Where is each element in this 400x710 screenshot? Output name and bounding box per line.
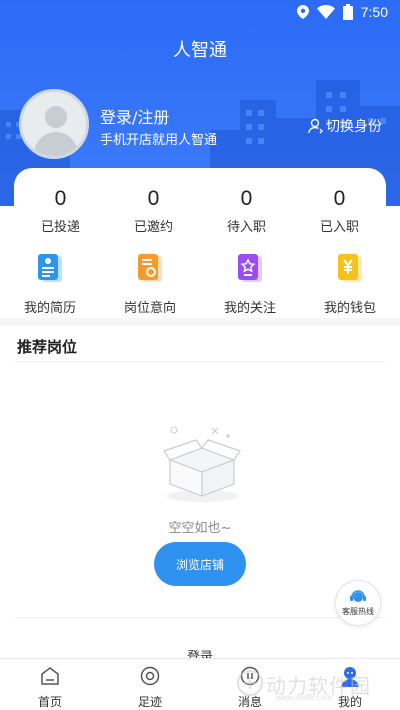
profile-icon bbox=[341, 667, 359, 687]
tab-home[interactable]: 首页 bbox=[0, 659, 100, 710]
wallet-icon bbox=[338, 254, 362, 282]
section-title: 推荐岗位 bbox=[17, 338, 78, 356]
customer-service-label: 客服热线 bbox=[342, 607, 374, 616]
tool-label: 我的关注 bbox=[223, 301, 276, 316]
footprint-icon bbox=[140, 666, 160, 686]
avatar[interactable] bbox=[19, 89, 89, 159]
wifi-icon bbox=[316, 5, 335, 19]
stat-label: 已邀约 bbox=[133, 220, 173, 235]
tab-label: 首页 bbox=[37, 695, 62, 709]
empty-state-text: 空空如也~ bbox=[168, 521, 232, 536]
battery-icon bbox=[342, 4, 353, 20]
switch-role-button[interactable]: 切换身份 bbox=[308, 116, 382, 136]
tool-my-resume[interactable]: 我的简历 bbox=[0, 252, 100, 316]
browse-shops-button[interactable]: 浏览店铺 bbox=[154, 542, 246, 586]
tool-label: 我的简历 bbox=[23, 301, 76, 316]
login-register-link[interactable]: 登录/注册 bbox=[100, 104, 169, 128]
stat-label: 待入职 bbox=[226, 220, 266, 235]
tool-shortcuts: 我的简历 岗位意向 我的关注 我的钱包 bbox=[0, 252, 400, 316]
tab-messages[interactable]: 消息 bbox=[200, 659, 300, 710]
stat-value: 0 bbox=[333, 187, 346, 210]
tab-label: 我的 bbox=[337, 695, 362, 709]
user-switch-icon bbox=[308, 118, 323, 134]
page-title: 人智通 bbox=[173, 40, 227, 61]
tool-label: 我的钱包 bbox=[323, 301, 376, 316]
tab-label: 足迹 bbox=[137, 695, 162, 709]
home-icon bbox=[41, 667, 59, 685]
job-intention-icon bbox=[138, 254, 162, 282]
stat-delivered[interactable]: 0 已投递 bbox=[14, 186, 107, 235]
stat-label: 已入职 bbox=[319, 220, 359, 235]
stat-value: 0 bbox=[54, 187, 67, 210]
switch-role-label: 切换身份 bbox=[326, 119, 382, 135]
tab-footprint[interactable]: 足迹 bbox=[100, 659, 200, 710]
bottom-tab-bar: 首页 足迹 消息 我的 bbox=[0, 658, 400, 710]
headset-icon bbox=[350, 590, 366, 602]
tool-my-wallet[interactable]: 我的钱包 bbox=[300, 252, 400, 316]
divider bbox=[14, 361, 386, 362]
tool-my-follows[interactable]: 我的关注 bbox=[200, 252, 300, 316]
tab-mine[interactable]: 我的 bbox=[300, 659, 400, 710]
status-time: 7:50 bbox=[360, 4, 388, 20]
tool-job-intention[interactable]: 岗位意向 bbox=[100, 252, 200, 316]
avatar-placeholder-icon bbox=[45, 106, 67, 128]
stat-onboarded[interactable]: 0 已入职 bbox=[293, 186, 386, 235]
stat-value: 0 bbox=[147, 187, 160, 210]
stat-invited[interactable]: 0 已邀约 bbox=[107, 186, 200, 235]
customer-service-button[interactable]: 客服热线 bbox=[335, 580, 381, 626]
stat-pending-onboard[interactable]: 0 待入职 bbox=[200, 186, 293, 235]
login-prompt-text[interactable]: 登录 bbox=[0, 646, 400, 658]
message-icon bbox=[240, 666, 260, 686]
tab-label: 消息 bbox=[237, 695, 262, 709]
stat-value: 0 bbox=[240, 187, 253, 210]
status-bar: 7:50 bbox=[0, 0, 400, 24]
star-icon bbox=[238, 254, 262, 282]
location-icon bbox=[296, 5, 309, 19]
empty-box-illustration bbox=[163, 426, 241, 502]
stat-label: 已投递 bbox=[40, 220, 80, 235]
resume-icon bbox=[38, 254, 62, 282]
tool-label: 岗位意向 bbox=[123, 301, 176, 316]
profile-subtitle: 手机开店就用人智通 bbox=[100, 133, 218, 148]
divider bbox=[14, 617, 386, 618]
